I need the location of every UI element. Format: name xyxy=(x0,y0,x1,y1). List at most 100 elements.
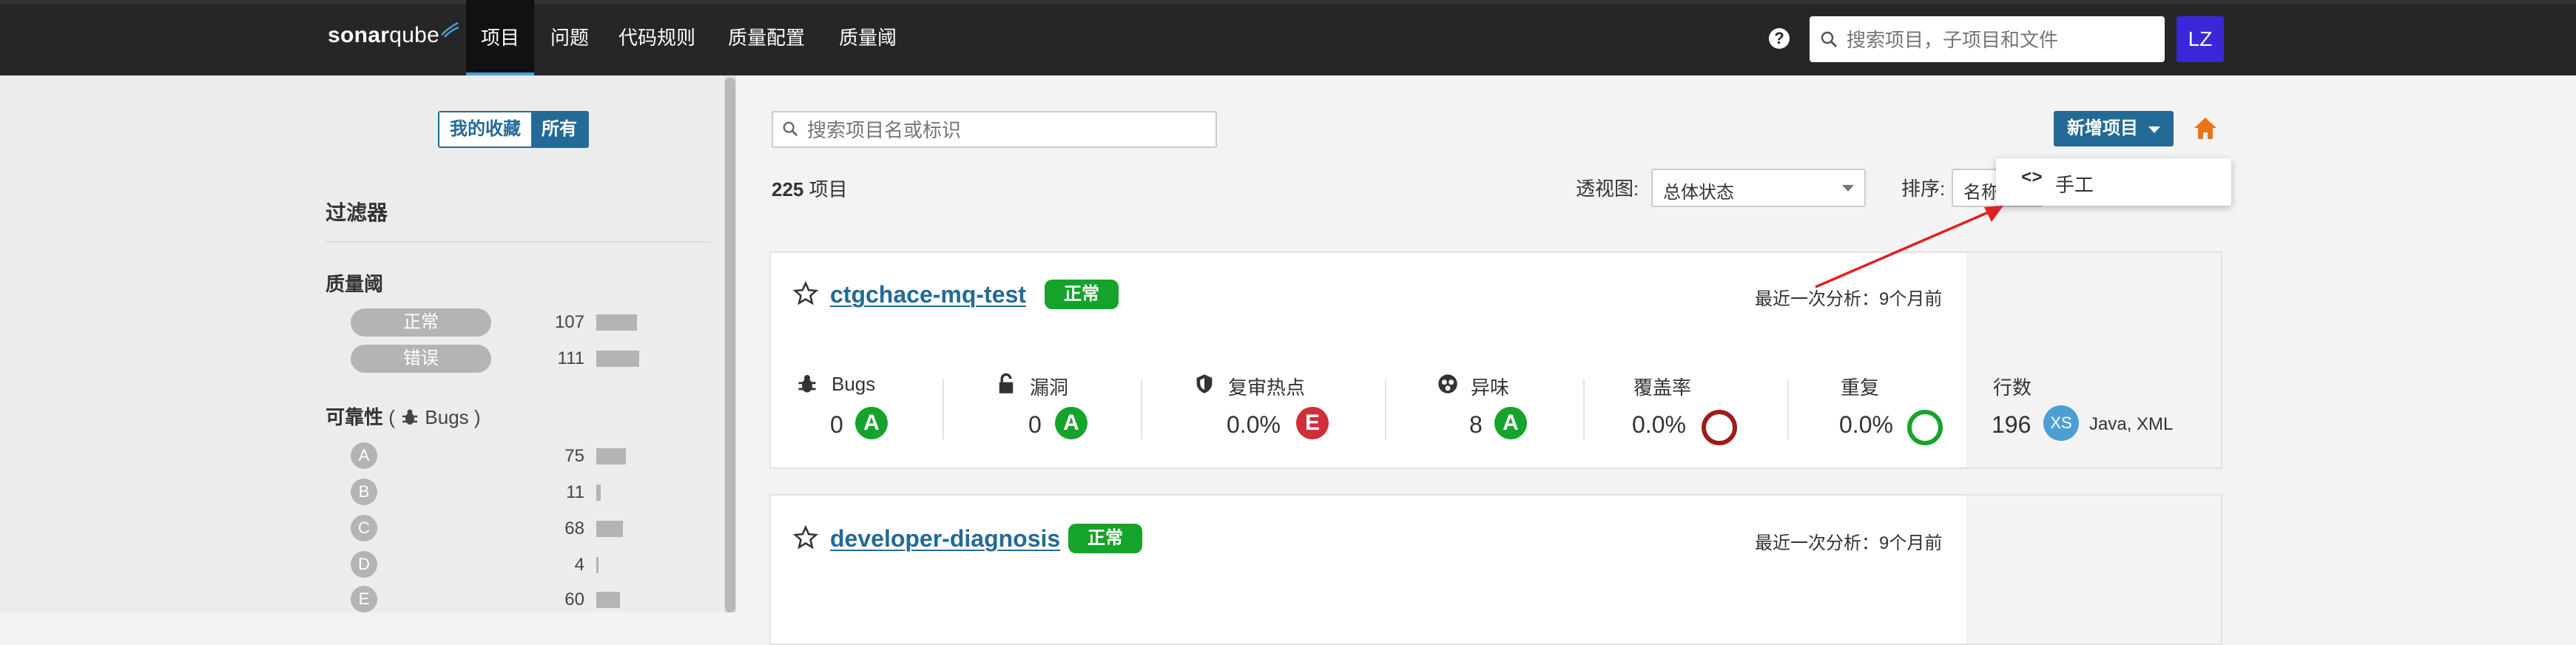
metric-separator xyxy=(1787,379,1789,439)
filters-title: 过滤器 xyxy=(326,201,388,224)
facet-rating-d[interactable]: D xyxy=(351,551,377,578)
home-icon[interactable] xyxy=(2192,115,2219,142)
facet-reliability-sub: Bugs xyxy=(425,406,469,428)
project-search-input[interactable] xyxy=(806,117,1208,143)
toggle-favorites[interactable]: 我的收藏 xyxy=(439,112,531,146)
code-icon: <> xyxy=(2021,169,2043,189)
global-search-box[interactable] xyxy=(1810,16,2165,62)
nav-quality-profiles[interactable]: 质量配置 xyxy=(713,0,820,75)
facet-rating-e[interactable]: E xyxy=(351,586,377,612)
project-total: 225 项目 xyxy=(772,175,848,202)
facet-bar xyxy=(596,448,626,465)
metric-lines-label: 行数 xyxy=(1993,376,2032,399)
perspective-label: 透视图: xyxy=(1576,178,1639,200)
facet-count: 60 xyxy=(564,590,584,609)
paren-open: ( xyxy=(388,406,395,428)
top-navigation-bar: sonarqube 项目 问题 代码规则 质量配置 质量阈 ? LZ xyxy=(0,0,2576,75)
facet-bar xyxy=(596,314,637,331)
facet-rating-a[interactable]: A xyxy=(351,442,377,469)
nav-projects[interactable]: 项目 xyxy=(466,0,535,75)
metric-coverage-value[interactable]: 0.0% xyxy=(1632,411,1686,439)
brand-part1: sonar xyxy=(328,23,390,47)
facet-reliability-label: 可靠性 xyxy=(326,406,384,428)
facet-rating-c[interactable]: C xyxy=(351,515,377,541)
metric-separator xyxy=(1141,379,1142,439)
rating-badge[interactable]: A xyxy=(1055,407,1088,439)
bug-icon xyxy=(402,409,418,425)
user-avatar[interactable]: LZ xyxy=(2177,16,2224,62)
sonar-waves-icon xyxy=(441,21,459,38)
lock-icon xyxy=(999,373,1014,394)
rating-badge[interactable]: A xyxy=(855,407,888,439)
facet-rating-b[interactable]: B xyxy=(351,479,377,505)
brand-part2: qube xyxy=(389,23,440,47)
coverage-ring xyxy=(1702,410,1737,445)
metric-bugs-label: Bugs xyxy=(832,373,876,395)
metric-duplication-value[interactable]: 0.0% xyxy=(1839,411,1893,439)
caret-down-icon xyxy=(2148,126,2160,133)
project-card: developer-diagnosis 正常 最近一次分析：9个月前 xyxy=(769,494,2222,645)
rating-badge[interactable]: A xyxy=(1494,407,1527,439)
metric-coverage-label: 覆盖率 xyxy=(1633,376,1692,399)
perspective-value: 总体状态 xyxy=(1663,183,1734,203)
project-search-box[interactable] xyxy=(772,111,1217,148)
project-total-suffix: 项目 xyxy=(803,178,848,200)
nav-issues[interactable]: 问题 xyxy=(536,0,604,75)
facet-count: 4 xyxy=(574,555,584,575)
metric-lines-value[interactable]: 196 xyxy=(1992,411,2031,439)
facet-count: 68 xyxy=(564,519,584,538)
star-icon[interactable] xyxy=(793,281,818,306)
toggle-all[interactable]: 所有 xyxy=(531,112,587,146)
nav-quality-gates[interactable]: 质量阈 xyxy=(824,0,911,75)
facet-option-error[interactable]: 错误 xyxy=(351,345,491,373)
metric-hotspots-value[interactable]: 0.0% xyxy=(1227,411,1281,439)
metric-separator xyxy=(1385,379,1386,439)
search-icon xyxy=(783,121,798,137)
card-side-panel xyxy=(1966,496,2221,644)
metric-vulnerabilities-label: 漏洞 xyxy=(1030,376,1069,399)
rating-badge[interactable]: E xyxy=(1296,407,1329,439)
project-name-link[interactable]: developer-diagnosis xyxy=(830,525,1060,553)
sidebar-scrollbar-thumb[interactable] xyxy=(725,78,735,612)
caret-down-icon xyxy=(1842,185,1854,192)
star-icon[interactable] xyxy=(793,525,818,550)
metric-bugs-value[interactable]: 0 xyxy=(830,411,843,439)
facet-quality-gate-title: 质量阈 xyxy=(326,273,384,295)
filters-divider xyxy=(326,241,710,243)
help-icon[interactable]: ? xyxy=(1769,28,1790,49)
facet-bar xyxy=(596,484,601,501)
duplication-ring xyxy=(1907,410,1943,445)
facet-count: 107 xyxy=(554,312,584,332)
create-project-dropdown: <> 手工 xyxy=(1996,158,2231,206)
facet-bar xyxy=(596,557,599,573)
size-rating-badge: XS xyxy=(2043,405,2079,441)
facet-bar xyxy=(596,521,623,537)
last-analysis: 最近一次分析：9个月前 xyxy=(1755,533,1943,553)
sort-label: 排序: xyxy=(1901,178,1946,200)
global-search-input[interactable] xyxy=(1845,24,2159,56)
bug-icon xyxy=(798,374,816,393)
project-total-count: 225 xyxy=(772,178,804,200)
metric-hotspots-label: 复审热点 xyxy=(1228,376,1306,399)
create-project-label: 新增项目 xyxy=(2067,118,2138,138)
facet-bar xyxy=(596,351,639,367)
metric-vulnerabilities-value[interactable]: 0 xyxy=(1028,411,1042,439)
nav-rules[interactable]: 代码规则 xyxy=(604,0,710,75)
quality-gate-status-badge: 正常 xyxy=(1045,280,1119,309)
sonarqube-logo[interactable]: sonarqube xyxy=(328,21,459,53)
dropdown-item-manual[interactable]: <> 手工 xyxy=(1996,158,2231,206)
project-languages: Java, XML xyxy=(2089,414,2174,434)
create-project-button[interactable]: 新增项目 xyxy=(2054,111,2174,146)
dropdown-item-label: 手工 xyxy=(2055,174,2094,196)
facet-count: 11 xyxy=(566,482,584,502)
annotation-arrow xyxy=(1815,206,2003,288)
shield-icon xyxy=(1196,374,1213,394)
paren-close: ) xyxy=(473,406,481,428)
project-name-link[interactable]: ctgchace-mq-test xyxy=(830,281,1026,308)
facet-option-passed[interactable]: 正常 xyxy=(351,308,491,337)
search-icon xyxy=(1821,31,1838,48)
smell-icon xyxy=(1438,374,1457,394)
top-edge xyxy=(0,0,2576,4)
metric-code-smells-value[interactable]: 8 xyxy=(1469,411,1483,439)
quality-gate-status-badge: 正常 xyxy=(1068,524,1142,553)
